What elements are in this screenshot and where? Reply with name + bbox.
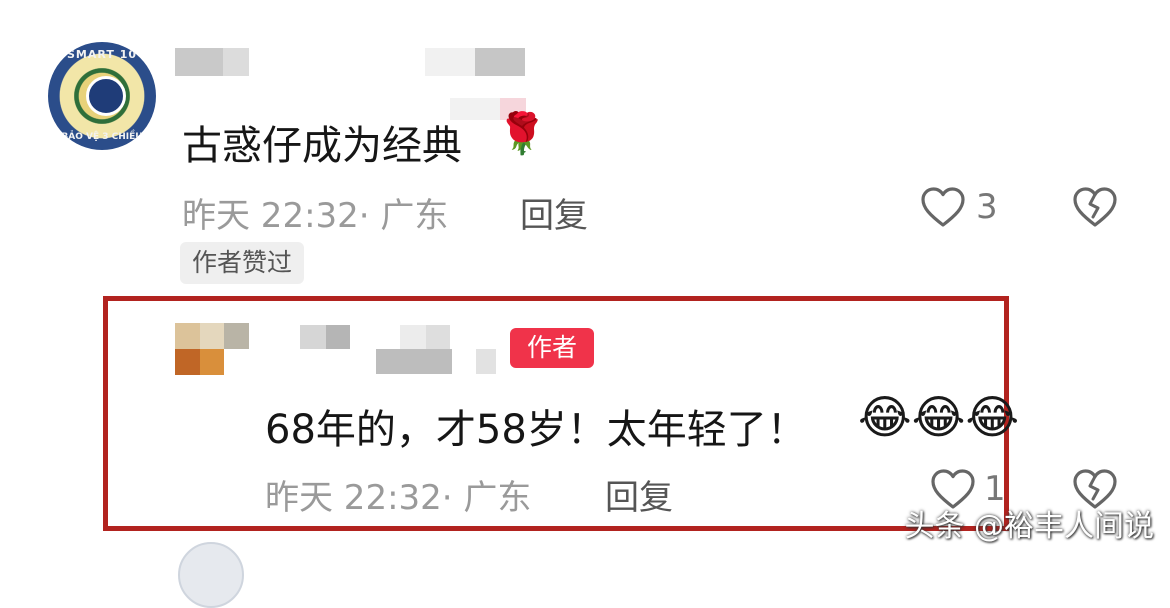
like-button[interactable]: 3 (920, 186, 1010, 230)
author-badge: 作者 (510, 328, 594, 368)
author-username-blurred[interactable] (270, 322, 500, 374)
broken-heart-icon (1072, 186, 1118, 228)
heart-outline-icon (920, 186, 966, 228)
avatar-text-top: SMART 10 (67, 48, 137, 61)
avatar-figure (86, 76, 126, 116)
author-liked-badge: 作者赞过 (180, 242, 305, 284)
watermark: 头条 @裕丰人间说 (904, 509, 1154, 544)
avatar-text-bottom: BẢO VỆ 3 CHIỀU (61, 132, 143, 142)
avatar[interactable]: SMART 10 BẢO VỆ 3 CHIỀU (48, 42, 156, 150)
laughing-crying-emojis: 😂😂😂 (858, 390, 1020, 444)
reply-button-2[interactable]: 回复 (605, 470, 673, 519)
comment-time-location: 昨天 22:32· 广东 (182, 196, 449, 236)
reply-button[interactable]: 回复 (520, 188, 588, 237)
username-blurred[interactable] (175, 48, 535, 76)
avatar-author[interactable] (175, 323, 249, 375)
comment-text: 古惑仔成为经典 (182, 123, 462, 169)
reply-time-location: 昨天 22:32· 广东 (265, 478, 532, 518)
like-count: 3 (976, 187, 998, 227)
next-comment-avatar[interactable] (178, 542, 244, 608)
reply-comment-text: 68年的，才58岁！太年轻了！ (265, 407, 807, 453)
dislike-button[interactable] (1072, 186, 1118, 228)
rose-emoji: 🌹 (497, 111, 547, 157)
